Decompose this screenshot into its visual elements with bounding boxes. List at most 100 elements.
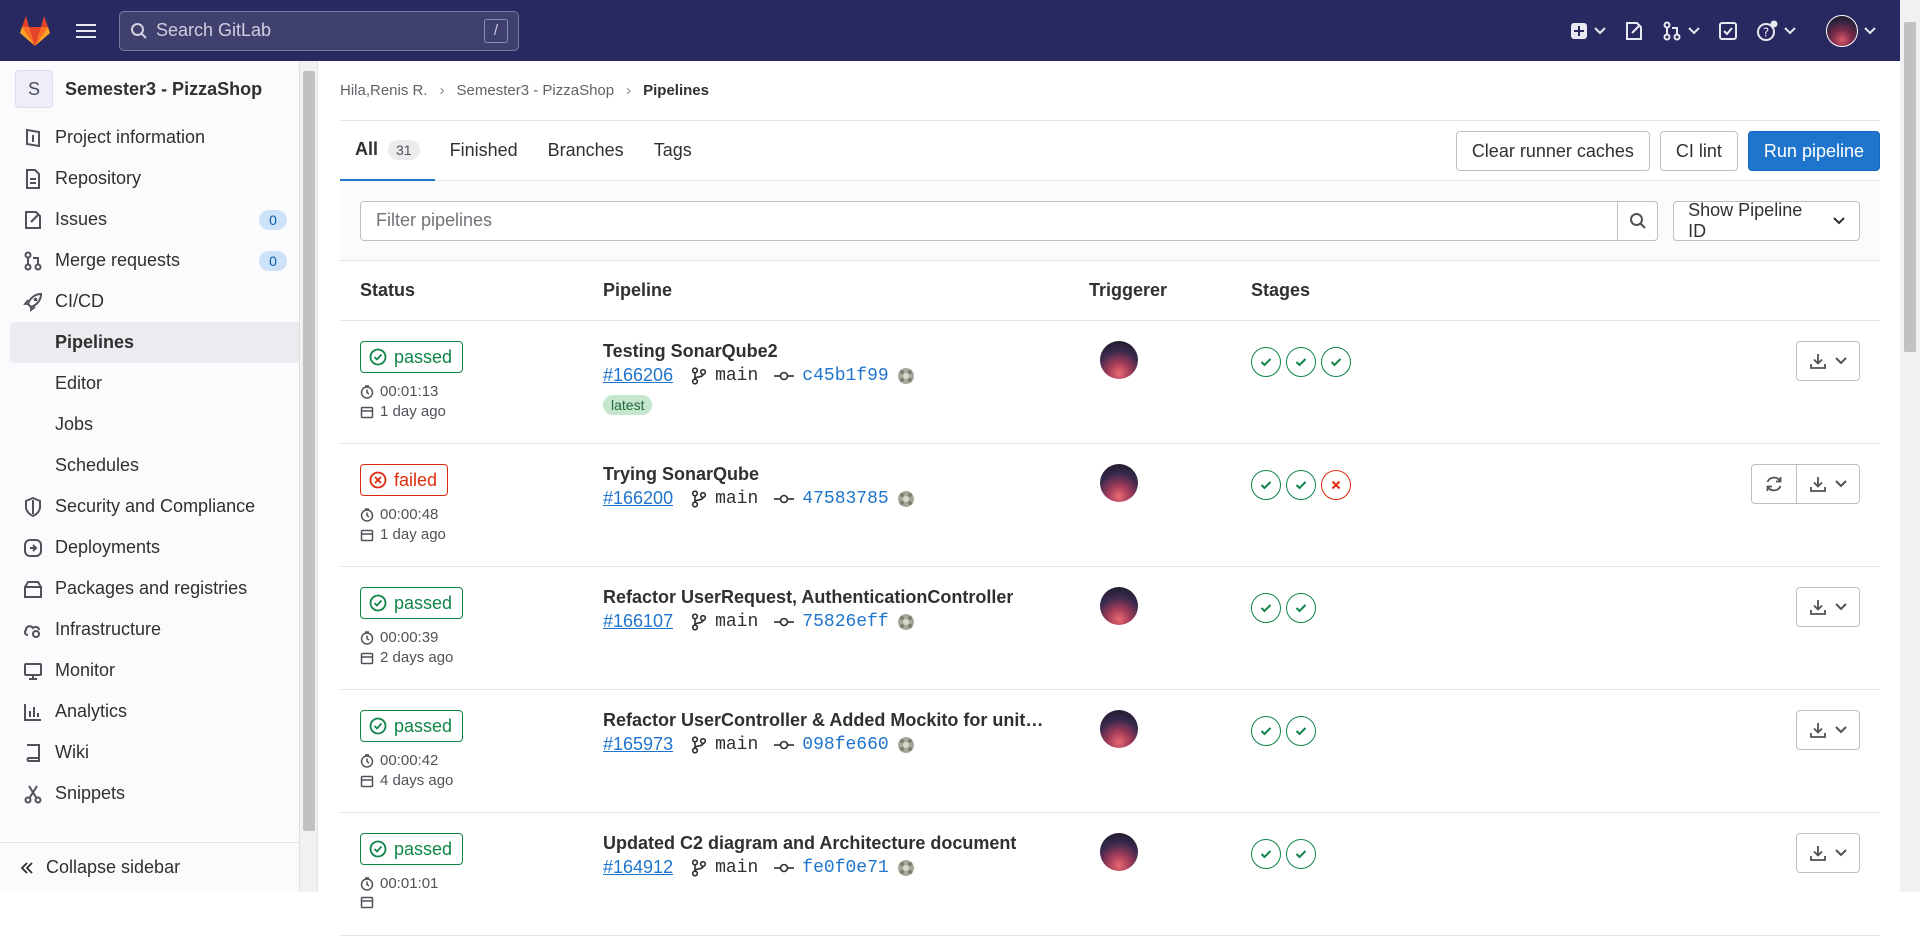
pipeline-commit[interactable]: 75826eff: [774, 612, 889, 632]
pipeline-title[interactable]: Testing SonarQube2: [603, 341, 778, 362]
menu-icon[interactable]: [71, 16, 101, 46]
gitlab-logo-icon[interactable]: [17, 13, 53, 49]
collapse-sidebar-button[interactable]: Collapse sidebar: [0, 842, 300, 892]
sidebar-item-schedules[interactable]: Schedules: [0, 445, 317, 486]
triggerer-avatar[interactable]: [1100, 341, 1138, 379]
status-badge-passed[interactable]: passed: [360, 710, 464, 742]
breadcrumb-namespace[interactable]: Hila,Renis R.: [340, 82, 428, 99]
user-menu-button[interactable]: [1826, 13, 1876, 49]
triggerer-avatar[interactable]: [1100, 587, 1138, 625]
sidebar-item-pipelines[interactable]: Pipelines: [10, 322, 301, 363]
breadcrumb-project[interactable]: Semester3 - PizzaShop: [457, 82, 615, 99]
filter-pipelines-input[interactable]: Filter pipelines: [360, 200, 1619, 241]
issues-button[interactable]: [1624, 13, 1644, 49]
sidebar-item-editor[interactable]: Editor: [0, 363, 317, 404]
tab-all[interactable]: All 31: [340, 121, 435, 181]
sidebar-item-project-information[interactable]: Project information: [0, 117, 317, 158]
tab-tags[interactable]: Tags: [639, 121, 707, 181]
todos-button[interactable]: [1718, 13, 1738, 49]
download-artifacts-button[interactable]: [1796, 833, 1860, 873]
sidebar-item-repository[interactable]: Repository: [0, 158, 317, 199]
sidebar-item-security[interactable]: Security and Compliance: [0, 486, 317, 527]
pipeline-branch[interactable]: main: [691, 489, 758, 509]
sidebar-item-merge-requests[interactable]: Merge requests 0: [0, 240, 317, 281]
tab-finished[interactable]: Finished: [435, 121, 533, 181]
ci-lint-button[interactable]: CI lint: [1659, 131, 1738, 171]
status-badge-passed[interactable]: passed: [360, 833, 464, 865]
commit-author-avatar[interactable]: [897, 490, 915, 508]
pipeline-title[interactable]: Updated C2 diagram and Architecture docu…: [603, 833, 1016, 854]
commit-author-avatar[interactable]: [897, 859, 915, 877]
stage-passed-icon[interactable]: [1286, 716, 1316, 746]
status-badge-passed[interactable]: passed: [360, 341, 464, 373]
clear-runner-caches-button[interactable]: Clear runner caches: [1455, 131, 1650, 171]
pipeline-title[interactable]: Refactor UserController & Added Mockito …: [603, 710, 1048, 731]
commit-author-avatar[interactable]: [897, 613, 915, 631]
download-artifacts-button[interactable]: [1796, 464, 1860, 504]
sidebar-item-infrastructure[interactable]: Infrastructure: [0, 609, 317, 650]
pipeline-commit[interactable]: fe0f0e71: [774, 858, 889, 878]
pipeline-id-link[interactable]: #166200: [603, 488, 673, 509]
pipeline-id-select[interactable]: Show Pipeline ID: [1673, 200, 1860, 241]
commit-author-avatar[interactable]: [897, 736, 915, 754]
sidebar-item-jobs[interactable]: Jobs: [0, 404, 317, 445]
filter-search-button[interactable]: [1618, 200, 1659, 241]
commit-author-avatar[interactable]: [897, 367, 915, 385]
pipeline-id-link[interactable]: #166206: [603, 365, 673, 386]
sidebar-item-deployments[interactable]: Deployments: [0, 527, 317, 568]
sidebar-item-issues[interactable]: Issues 0: [0, 199, 317, 240]
pipeline-commit[interactable]: c45b1f99: [774, 366, 889, 386]
sidebar-item-wiki[interactable]: Wiki: [0, 732, 317, 773]
retry-button[interactable]: [1751, 464, 1796, 504]
pipeline-commit[interactable]: 47583785: [774, 489, 889, 509]
sidebar-project-header[interactable]: S Semester3 - PizzaShop: [0, 61, 317, 117]
pipeline-commit[interactable]: 098fe660: [774, 735, 889, 755]
breadcrumb-current[interactable]: Pipelines: [643, 82, 709, 99]
chevron-down-icon: [1833, 216, 1845, 225]
stage-passed-icon[interactable]: [1286, 347, 1316, 377]
pipeline-id-link[interactable]: #165973: [603, 734, 673, 755]
sidebar-item-cicd[interactable]: CI/CD: [0, 281, 317, 322]
sidebar-item-analytics[interactable]: Analytics: [0, 691, 317, 732]
pipeline-title[interactable]: Refactor UserRequest, AuthenticationCont…: [603, 587, 1013, 608]
branch-name: main: [715, 488, 759, 509]
pipeline-id-link[interactable]: #166107: [603, 611, 673, 632]
sidebar-item-snippets[interactable]: Snippets: [0, 773, 317, 814]
stage-passed-icon[interactable]: [1286, 470, 1316, 500]
triggerer-avatar[interactable]: [1100, 833, 1138, 871]
triggerer-avatar[interactable]: [1100, 464, 1138, 502]
stage-passed-icon[interactable]: [1286, 839, 1316, 869]
status-badge-failed[interactable]: failed: [360, 464, 449, 496]
sidebar-item-packages[interactable]: Packages and registries: [0, 568, 317, 609]
create-new-button[interactable]: [1570, 13, 1606, 49]
stage-passed-icon[interactable]: [1251, 470, 1281, 500]
page-scrollbar-thumb[interactable]: [1904, 22, 1916, 352]
pipeline-branch[interactable]: main: [691, 366, 758, 386]
merge-requests-button[interactable]: [1662, 13, 1700, 49]
download-artifacts-button[interactable]: [1796, 587, 1860, 627]
pipeline-branch[interactable]: main: [691, 735, 758, 755]
download-artifacts-button[interactable]: [1796, 710, 1860, 750]
sidebar-scrollbar-thumb[interactable]: [303, 71, 315, 831]
stage-passed-icon[interactable]: [1251, 716, 1281, 746]
search-input[interactable]: Search GitLab /: [119, 10, 519, 51]
sidebar-item-monitor[interactable]: Monitor: [0, 650, 317, 691]
stage-passed-icon[interactable]: [1251, 839, 1281, 869]
page-scrollbar[interactable]: [1900, 0, 1920, 892]
stage-passed-icon[interactable]: [1251, 593, 1281, 623]
pipeline-branch[interactable]: main: [691, 612, 758, 632]
stage-passed-icon[interactable]: [1321, 347, 1351, 377]
run-pipeline-button[interactable]: Run pipeline: [1747, 131, 1880, 171]
stage-failed-icon[interactable]: [1321, 470, 1351, 500]
stage-passed-icon[interactable]: [1251, 347, 1281, 377]
tab-branches[interactable]: Branches: [533, 121, 639, 181]
help-button[interactable]: ?: [1756, 13, 1796, 49]
download-artifacts-button[interactable]: [1796, 341, 1860, 381]
pipeline-title[interactable]: Trying SonarQube: [603, 464, 759, 485]
stage-passed-icon[interactable]: [1286, 593, 1316, 623]
status-badge-passed[interactable]: passed: [360, 587, 464, 619]
pipeline-branch[interactable]: main: [691, 858, 758, 878]
triggerer-avatar[interactable]: [1100, 710, 1138, 748]
pipeline-id-link[interactable]: #164912: [603, 857, 673, 878]
sidebar-scrollbar[interactable]: [299, 61, 317, 892]
